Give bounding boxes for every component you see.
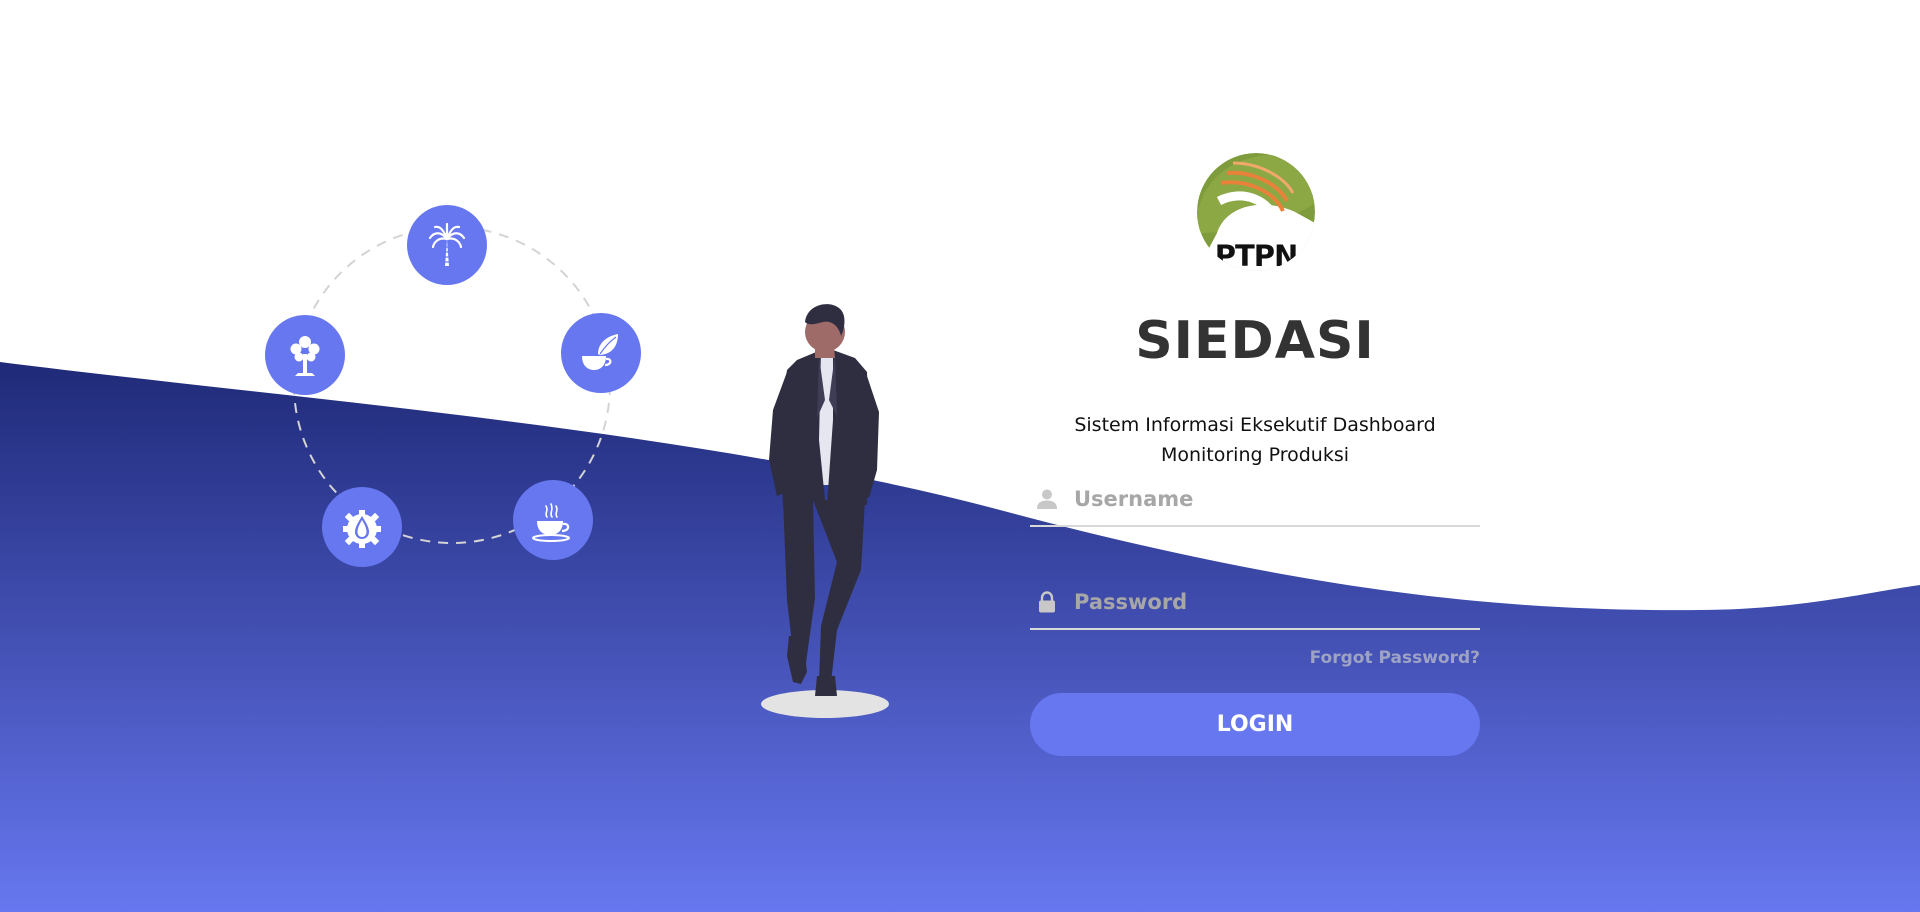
login-page: PTPN SIEDASI Sistem Informasi Eksekutif …: [0, 0, 1920, 912]
password-input[interactable]: [1074, 582, 1474, 622]
username-input[interactable]: [1074, 479, 1474, 519]
user-icon: [1037, 489, 1057, 509]
commodity-ring: [293, 226, 611, 544]
username-field: [1030, 475, 1480, 527]
tree-icon: [265, 315, 345, 395]
palm-tree-icon: [407, 205, 487, 285]
oil-drop-gear-icon: [322, 487, 402, 567]
app-subtitle: Sistem Informasi Eksekutif Dashboard Mon…: [1074, 414, 1436, 466]
logo-text: PTPN: [1214, 239, 1299, 271]
businessman-illustration: [761, 304, 889, 718]
login-button[interactable]: LOGIN: [1030, 693, 1480, 756]
forgot-password-link[interactable]: Forgot Password?: [1310, 648, 1480, 668]
app-title: SIEDASI: [1135, 311, 1375, 371]
tea-leaf-icon: [561, 313, 641, 393]
lock-icon: [1039, 591, 1055, 613]
password-field: [1030, 578, 1480, 630]
ptpn-logo: PTPN: [1197, 153, 1315, 271]
coffee-cup-icon: [513, 480, 593, 560]
